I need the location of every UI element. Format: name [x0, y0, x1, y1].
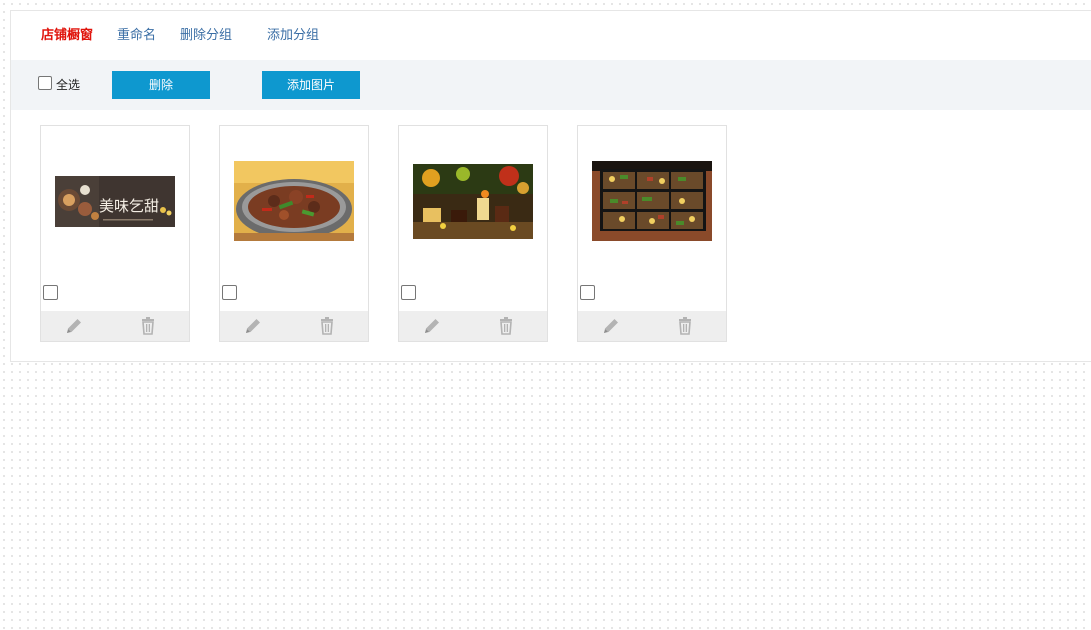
- trash-icon[interactable]: [496, 316, 516, 336]
- delete-group-link[interactable]: 删除分组: [180, 28, 232, 44]
- delete-button[interactable]: 删除: [112, 71, 210, 99]
- image-card[interactable]: 美味乞甜: [40, 125, 190, 342]
- trash-icon[interactable]: [675, 316, 695, 336]
- rename-link[interactable]: 重命名: [117, 28, 156, 44]
- tab-shop-window[interactable]: 店铺橱窗: [41, 28, 93, 44]
- image-thumbnail-stir-fry[interactable]: [234, 161, 354, 241]
- image-checkbox[interactable]: [580, 285, 595, 300]
- image-card[interactable]: [577, 125, 727, 342]
- card-actions: [220, 311, 368, 341]
- select-all-checkbox[interactable]: [38, 76, 52, 90]
- gallery-panel: 店铺橱窗 重命名 删除分组 添加分组 全选 删除 添加图片 美味乞甜: [10, 10, 1091, 362]
- group-tabs: 店铺橱窗 重命名 删除分组 添加分组: [11, 11, 1091, 61]
- image-checkbox[interactable]: [43, 285, 58, 300]
- pencil-icon[interactable]: [601, 316, 621, 336]
- pencil-icon[interactable]: [243, 316, 263, 336]
- image-thumbnail-dessert-banner[interactable]: 美味乞甜: [55, 176, 175, 227]
- image-text: 美味乞甜: [99, 197, 159, 215]
- image-card[interactable]: [398, 125, 548, 342]
- image-thumbnail-dessert-table[interactable]: [413, 164, 533, 239]
- add-group-link[interactable]: 添加分组: [267, 28, 319, 44]
- trash-icon[interactable]: [317, 316, 337, 336]
- toolbar: 全选 删除 添加图片: [11, 60, 1091, 110]
- card-actions: [578, 311, 726, 341]
- image-checkbox[interactable]: [222, 285, 237, 300]
- add-image-button[interactable]: 添加图片: [262, 71, 360, 99]
- card-actions: [399, 311, 547, 341]
- image-card[interactable]: [219, 125, 369, 342]
- pencil-icon[interactable]: [64, 316, 84, 336]
- image-thumbnail-bento[interactable]: [592, 161, 712, 241]
- select-all-label: 全选: [56, 77, 81, 92]
- pencil-icon[interactable]: [422, 316, 442, 336]
- card-actions: [41, 311, 189, 341]
- trash-icon[interactable]: [138, 316, 158, 336]
- image-checkbox[interactable]: [401, 285, 416, 300]
- select-all: 全选: [38, 73, 80, 93]
